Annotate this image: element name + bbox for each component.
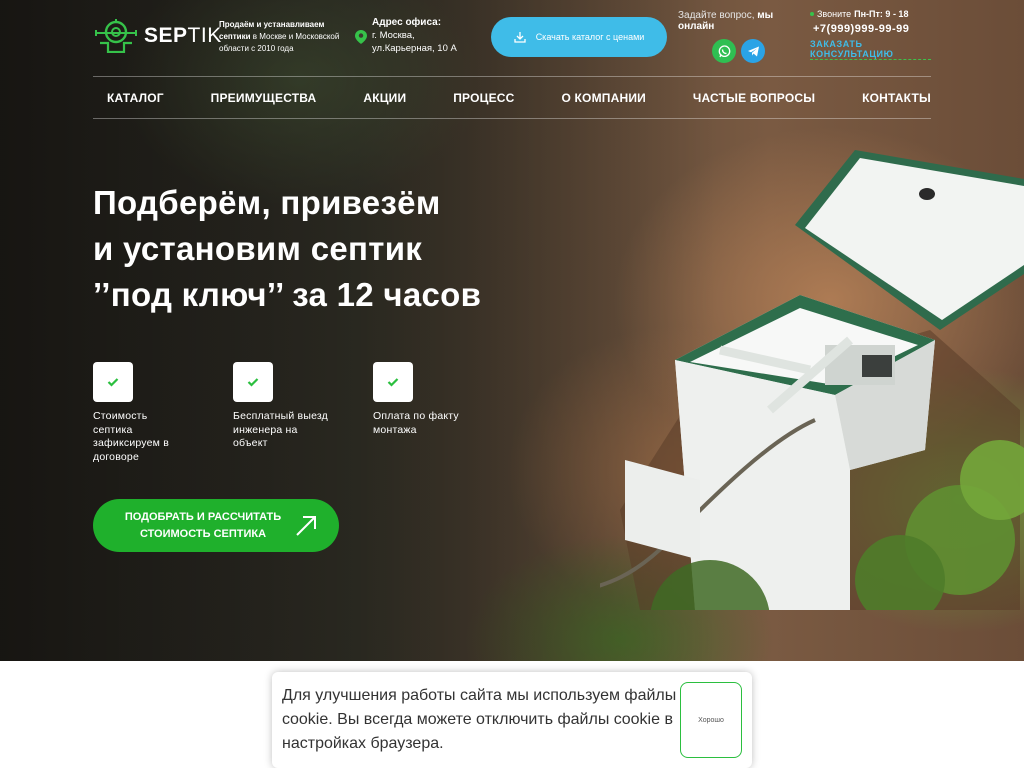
nav-item-catalog[interactable]: КАТАЛОГ xyxy=(107,91,164,105)
whatsapp-button[interactable] xyxy=(712,39,736,63)
phone-number[interactable]: +7(999)999-99-99 xyxy=(813,23,935,35)
arrow-up-right-icon xyxy=(296,515,316,536)
tagline: Продаём и устанавливаем септики в Москве… xyxy=(219,20,340,53)
location-pin-icon xyxy=(355,30,367,44)
calculate-cost-label: ПОДОБРАТЬ И РАССЧИТАТЬ СТОИМОСТЬ СЕПТИКА xyxy=(124,510,282,540)
septic-logo-icon xyxy=(95,19,137,53)
feature-free-visit: Бесплатный выезд инженера на объект xyxy=(233,362,343,451)
office-address: Адрес офиса: г. Москва, ул.Карьерная, 10… xyxy=(354,16,457,55)
nav-item-promotions[interactable]: АКЦИИ xyxy=(363,91,406,105)
ask-question-text: Задайте вопрос, мы онлайн xyxy=(678,10,774,32)
nav-item-advantages[interactable]: ПРЕИМУЩЕСТВА xyxy=(211,91,317,105)
work-hours: Звоните Пн-Пт: 9 - 18 xyxy=(810,9,935,19)
whatsapp-icon xyxy=(718,44,730,57)
main-nav: КАТАЛОГ ПРЕИМУЩЕСТВА АКЦИИ ПРОЦЕСС О КОМ… xyxy=(93,77,931,118)
contact-block: Звоните Пн-Пт: 9 - 18 +7(999)999-99-99 ЗА… xyxy=(810,9,935,60)
order-consultation-link[interactable]: ЗАКАЗАТЬ КОНСУЛЬТАЦИЮ xyxy=(810,39,931,60)
feature-text: Бесплатный выезд инженера на объект xyxy=(233,410,328,449)
headline-line-1: Подберём, привезём xyxy=(93,184,441,221)
telegram-icon xyxy=(747,46,759,56)
nav-item-about[interactable]: О КОМПАНИИ xyxy=(561,91,646,105)
feature-text: Оплата по факту монтажа xyxy=(373,410,459,436)
cookie-text: Для улучшения работы сайта мы используем… xyxy=(282,687,677,752)
headline-line-2: и установим септик xyxy=(93,230,423,267)
feature-payment-after: Оплата по факту монтажа xyxy=(373,362,483,437)
download-catalog-label: Скачать каталог с ценами xyxy=(535,32,645,42)
feature-fixed-price: Стоимость септика зафиксируем в договоре xyxy=(93,362,203,464)
cookie-banner: Для улучшения работы сайта мы используем… xyxy=(272,672,752,768)
septic-tank-image xyxy=(600,150,1024,610)
address-line-1: г. Москва, xyxy=(372,30,415,41)
hero-headline: Подберём, привезём и установим септик ’’… xyxy=(93,180,613,318)
header-divider-bottom xyxy=(93,118,931,119)
online-dot-icon xyxy=(810,12,814,16)
address-title: Адрес офиса: xyxy=(372,17,442,28)
cookie-accept-button[interactable]: Хорошо xyxy=(680,682,742,758)
feature-text: Стоимость септика зафиксируем в договоре xyxy=(93,410,169,463)
nav-item-process[interactable]: ПРОЦЕСС xyxy=(453,91,514,105)
calculate-cost-button[interactable]: ПОДОБРАТЬ И РАССЧИТАТЬ СТОИМОСТЬ СЕПТИКА xyxy=(93,499,339,552)
hero-background: SEPTIK Продаём и устанавливаем септики в… xyxy=(0,0,1024,661)
logo[interactable]: SEPTIK xyxy=(94,19,222,53)
check-icon xyxy=(233,362,273,402)
telegram-button[interactable] xyxy=(741,39,765,63)
download-icon xyxy=(514,32,526,43)
nav-item-contacts[interactable]: КОНТАКТЫ xyxy=(862,91,931,105)
headline-line-3: ’’под ключ’’ за 12 часов xyxy=(93,276,482,313)
nav-item-faq[interactable]: ЧАСТЫЕ ВОПРОСЫ xyxy=(693,91,815,105)
check-icon xyxy=(93,362,133,402)
logo-text: SEPTIK xyxy=(144,24,222,47)
address-line-2: ул.Карьерная, 10 А xyxy=(372,43,457,54)
check-icon xyxy=(373,362,413,402)
messengers xyxy=(712,39,765,63)
download-catalog-button[interactable]: Скачать каталог с ценами xyxy=(491,17,667,57)
